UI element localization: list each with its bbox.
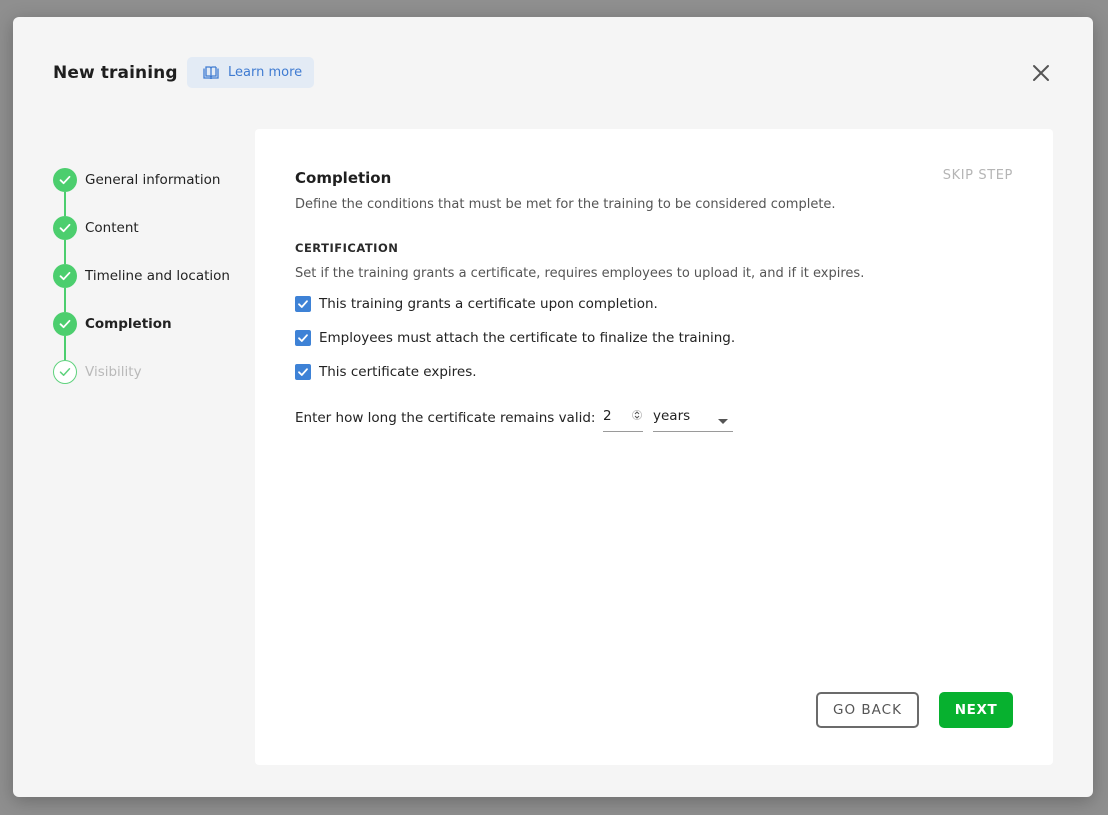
go-back-button[interactable]: GO BACK <box>816 692 919 728</box>
learn-more-label: Learn more <box>228 65 303 80</box>
step-label: Timeline and location <box>85 268 230 284</box>
validity-label: Enter how long the certificate remains v… <box>295 410 596 426</box>
check-icon <box>53 264 77 288</box>
attach-certificate-checkbox[interactable]: Employees must attach the certificate to… <box>295 329 735 347</box>
step-general-information[interactable]: General information <box>53 168 220 192</box>
step-label: Visibility <box>85 364 142 380</box>
validity-number-value: 2 <box>603 408 612 424</box>
check-icon <box>53 216 77 240</box>
step-content[interactable]: Content <box>53 216 139 240</box>
checkbox-label: This certificate expires. <box>319 364 477 380</box>
step-timeline-and-location[interactable]: Timeline and location <box>53 264 230 288</box>
step-connector <box>64 192 66 216</box>
panel-description: Define the conditions that must be met f… <box>295 197 836 212</box>
step-label: Content <box>85 220 139 236</box>
validity-unit-select[interactable]: years <box>653 402 733 432</box>
step-connector <box>64 288 66 312</box>
certification-description: Set if the training grants a certificate… <box>295 266 865 281</box>
book-open-icon <box>203 65 219 80</box>
caret-down-icon <box>718 413 728 429</box>
checkbox-checked-icon[interactable] <box>295 364 311 380</box>
completion-panel: Completion SKIP STEP Define the conditio… <box>255 129 1053 765</box>
modal-title: New training <box>53 63 178 83</box>
grants-certificate-checkbox[interactable]: This training grants a certificate upon … <box>295 295 658 313</box>
new-training-modal: New training Learn more General informat… <box>13 17 1093 797</box>
check-outline-icon <box>53 360 77 384</box>
learn-more-button[interactable]: Learn more <box>187 57 314 88</box>
spinner-arrows-icon[interactable] <box>632 408 642 422</box>
validity-unit-value: years <box>653 408 691 424</box>
check-icon <box>53 312 77 336</box>
check-icon <box>53 168 77 192</box>
skip-step-button[interactable]: SKIP STEP <box>943 168 1013 183</box>
checkbox-label: This training grants a certificate upon … <box>319 296 658 312</box>
checkbox-label: Employees must attach the certificate to… <box>319 330 736 346</box>
step-connector <box>64 336 66 360</box>
checkbox-checked-icon[interactable] <box>295 330 311 346</box>
step-visibility[interactable]: Visibility <box>53 360 142 384</box>
validity-number-input[interactable]: 2 <box>603 402 643 432</box>
next-button[interactable]: NEXT <box>939 692 1013 728</box>
certification-heading: CERTIFICATION <box>295 241 399 255</box>
step-completion[interactable]: Completion <box>53 312 172 336</box>
certificate-expires-checkbox[interactable]: This certificate expires. <box>295 363 477 381</box>
step-label: Completion <box>85 316 172 332</box>
close-icon[interactable] <box>1031 63 1051 83</box>
step-connector <box>64 240 66 264</box>
checkbox-checked-icon[interactable] <box>295 296 311 312</box>
panel-title: Completion <box>295 169 392 187</box>
step-label: General information <box>85 172 221 188</box>
